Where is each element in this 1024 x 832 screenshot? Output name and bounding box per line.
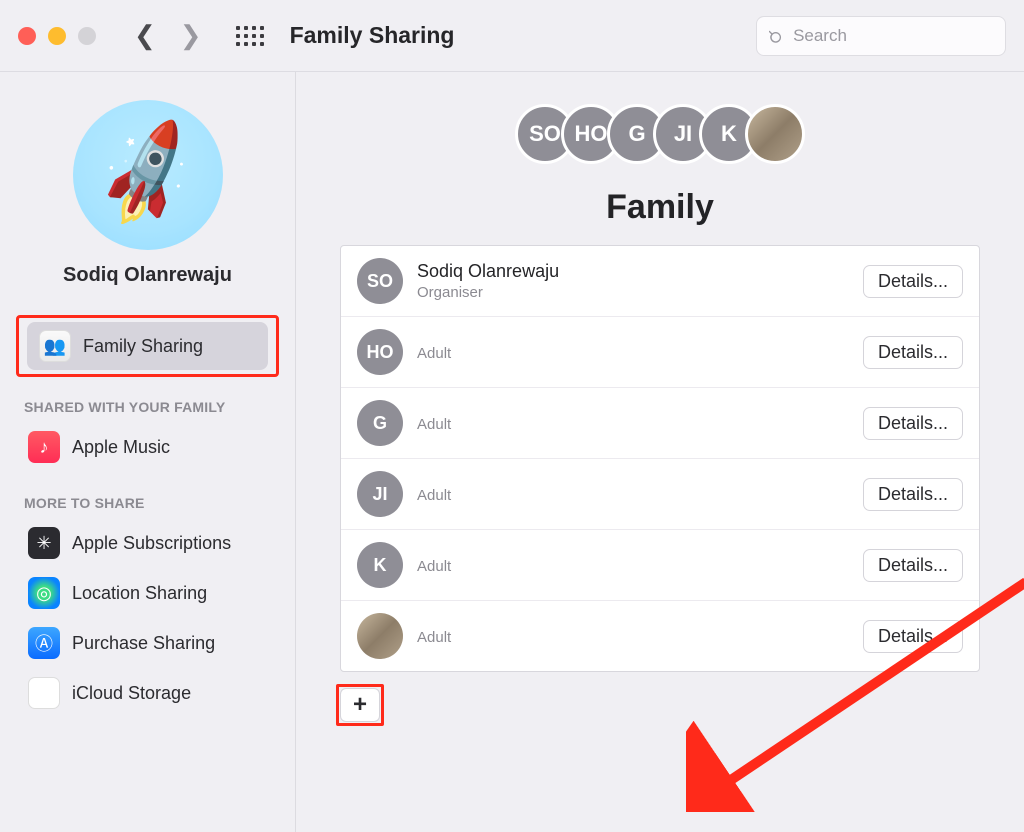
family-avatar-row: SO HO G JI K [515,104,805,164]
table-row: HO Adult Details... [341,317,979,388]
search-input[interactable] [793,26,993,46]
member-role: Adult [417,345,863,362]
avatar-photo [745,104,805,164]
member-avatar-photo [357,613,403,659]
annotation-highlight: 👥 Family Sharing [16,315,279,377]
toolbar: ❮ ❯ Family Sharing [0,0,1024,72]
table-row: G Adult Details... [341,388,979,459]
music-icon: ♪ [28,431,60,463]
family-sharing-icon: 👥 [39,330,71,362]
add-member-row: + [340,688,980,722]
sidebar-item-label: iCloud Storage [72,683,267,704]
sidebar-item-label: Apple Music [72,437,267,458]
sidebar-header-shared: SHARED WITH YOUR FAMILY [10,389,285,421]
members-table: SO Sodiq Olanrewaju Organiser Details...… [340,245,980,672]
sidebar-item-label: Location Sharing [72,583,267,604]
window-title: Family Sharing [290,22,455,49]
sidebar-item-family-sharing[interactable]: 👥 Family Sharing [27,322,268,370]
details-button[interactable]: Details... [863,407,963,440]
forward-button: ❯ [180,20,202,51]
member-role: Organiser [417,284,863,301]
table-row: SO Sodiq Olanrewaju Organiser Details... [341,246,979,317]
member-name: Sodiq Olanrewaju [417,261,863,282]
sidebar: 🚀 Sodiq Olanrewaju 👥 Family Sharing SHAR… [0,72,296,832]
member-role: Adult [417,416,863,433]
member-avatar: JI [357,471,403,517]
appstore-icon: Ⓐ [28,627,60,659]
search-field[interactable] [756,16,1006,56]
sidebar-item-apple-subscriptions[interactable]: ✳ Apple Subscriptions [16,519,279,567]
member-avatar: K [357,542,403,588]
nav-arrows: ❮ ❯ [134,20,202,51]
details-button[interactable]: Details... [863,620,963,653]
window-controls [18,27,96,45]
subs-icon: ✳ [28,527,60,559]
close-window-button[interactable] [18,27,36,45]
table-row: JI Adult Details... [341,459,979,530]
member-avatar: G [357,400,403,446]
rocket-icon: 🚀 [85,114,211,236]
member-avatar: SO [357,258,403,304]
fullscreen-window-button[interactable] [78,27,96,45]
page-title: Family [606,188,714,227]
sidebar-item-label: Apple Subscriptions [72,533,267,554]
member-role: Adult [417,487,863,504]
sidebar-item-icloud-storage[interactable]: ☁ iCloud Storage [16,669,279,717]
main-content: SO HO G JI K Family SO Sodiq Olanrewaju … [296,72,1024,832]
member-role: Adult [417,558,863,575]
sidebar-header-more: MORE TO SHARE [10,485,285,517]
details-button[interactable]: Details... [863,478,963,511]
location-icon: ◎ [28,577,60,609]
back-button[interactable]: ❮ [134,20,156,51]
minimize-window-button[interactable] [48,27,66,45]
search-icon [769,27,785,45]
details-button[interactable]: Details... [863,265,963,298]
profile-name: Sodiq Olanrewaju [63,264,232,287]
sidebar-item-location-sharing[interactable]: ◎ Location Sharing [16,569,279,617]
cloud-icon: ☁ [28,677,60,709]
sidebar-item-apple-music[interactable]: ♪ Apple Music [16,423,279,471]
sidebar-item-label: Purchase Sharing [72,633,267,654]
all-prefs-grid-icon[interactable] [236,22,264,50]
table-row: Adult Details... [341,601,979,671]
profile-block: 🚀 Sodiq Olanrewaju [0,90,295,309]
details-button[interactable]: Details... [863,336,963,369]
member-role: Adult [417,629,863,646]
table-row: K Adult Details... [341,530,979,601]
sidebar-item-purchase-sharing[interactable]: Ⓐ Purchase Sharing [16,619,279,667]
profile-avatar: 🚀 [73,100,223,250]
details-button[interactable]: Details... [863,549,963,582]
add-member-button[interactable]: + [340,688,380,722]
sidebar-item-label: Family Sharing [83,336,256,357]
member-avatar: HO [357,329,403,375]
